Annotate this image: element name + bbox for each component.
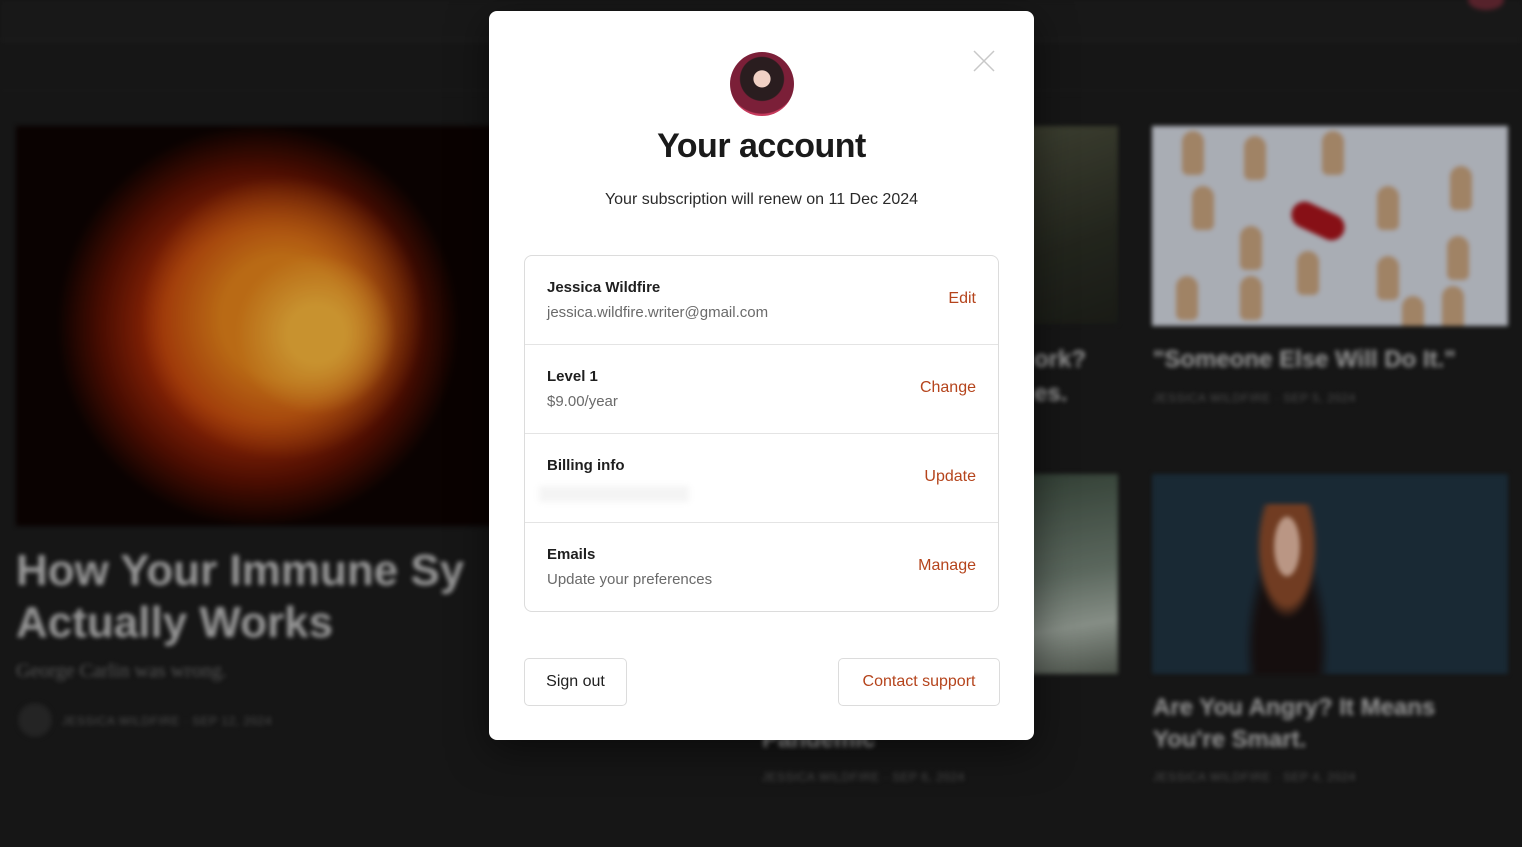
modal-title: Your account [657, 127, 866, 165]
subscription-renewal-text: Your subscription will renew on 11 Dec 2… [604, 191, 919, 208]
manage-emails-button[interactable]: Manage [918, 557, 976, 575]
change-plan-button[interactable]: Change [920, 379, 976, 397]
edit-profile-button[interactable]: Edit [948, 290, 976, 308]
emails-description: Update your preferences [547, 571, 713, 588]
sign-out-button[interactable]: Sign out [524, 658, 627, 706]
emails-label: Emails [547, 546, 596, 563]
avatar [730, 52, 794, 116]
billing-info-redacted [539, 486, 689, 502]
account-row-plan: Level 1 $9.00/year Change [525, 345, 998, 434]
account-row-billing: Billing info Update [525, 434, 998, 523]
update-billing-button[interactable]: Update [924, 468, 976, 486]
profile-name: Jessica Wildfire [547, 279, 661, 296]
account-row-profile: Jessica Wildfire jessica.wildfire.writer… [525, 256, 998, 345]
close-button[interactable] [972, 49, 996, 73]
account-row-emails: Emails Update your preferences Manage [525, 523, 998, 612]
plan-name: Level 1 [547, 368, 598, 385]
account-settings-panel: Jessica Wildfire jessica.wildfire.writer… [524, 255, 999, 612]
close-icon [973, 50, 995, 72]
profile-email: jessica.wildfire.writer@gmail.com [547, 304, 769, 321]
plan-price: $9.00/year [547, 393, 618, 410]
contact-support-button[interactable]: Contact support [838, 658, 1000, 706]
account-modal: Your account Your subscription will rene… [489, 11, 1034, 740]
billing-info-label: Billing info [547, 457, 625, 474]
